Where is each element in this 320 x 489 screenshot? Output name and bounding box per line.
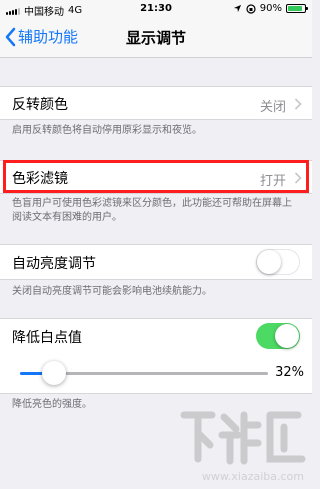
invert-colors-value: 关闭 — [259, 100, 286, 115]
color-filters-value: 打开 — [259, 174, 286, 189]
watermark-text: www.xiazaiba.com — [201, 470, 304, 483]
battery-icon — [286, 4, 308, 13]
color-filters-footer: 色盲用户可使用色彩滤镜来区分颜色，此功能还可帮助在屏幕上阅读文本有困难的用户。 — [12, 198, 292, 223]
auto-brightness-footer: 关闭自动亮度调节可能会影响电池续航能力。 — [12, 286, 212, 297]
auto-brightness-row: 自动亮度调节 — [0, 244, 312, 280]
reduce-white-point-toggle[interactable] — [256, 323, 300, 349]
invert-colors-row[interactable]: 反转颜色 关闭 — [0, 86, 312, 120]
chevron-right-icon — [294, 172, 302, 184]
invert-colors-footer: 启用反转颜色将自动停用原彩显示和夜览。 — [12, 125, 202, 136]
navigation-bar: 辅助功能 显示调节 — [0, 18, 312, 58]
page-title: 显示调节 — [125, 29, 186, 47]
color-filters-row[interactable]: 色彩滤镜 打开 — [0, 160, 312, 194]
color-filters-label: 色彩滤镜 — [12, 171, 68, 187]
toggle-knob — [275, 324, 299, 348]
battery-percent: 90% — [259, 3, 282, 14]
slider-thumb[interactable] — [42, 361, 66, 385]
chevron-right-icon — [294, 98, 302, 110]
white-point-slider[interactable] — [20, 361, 268, 385]
battery-fill — [288, 6, 303, 11]
invert-colors-label: 反转颜色 — [12, 97, 68, 113]
location-icon — [233, 4, 241, 13]
status-bar: 中国移动 4G 21:30 90% — [0, 0, 312, 18]
watermark-logo: www.xiazaiba.com — [178, 405, 310, 485]
status-right: 90% — [233, 3, 308, 14]
auto-brightness-label: 自动亮度调节 — [12, 256, 96, 272]
toggle-knob — [257, 250, 281, 274]
reduce-white-point-label: 降低白点值 — [12, 330, 82, 346]
white-point-percent: 32% — [275, 365, 304, 380]
download-logo-icon — [180, 411, 306, 465]
orientation-lock-icon — [246, 3, 256, 14]
auto-brightness-toggle[interactable] — [256, 249, 300, 275]
